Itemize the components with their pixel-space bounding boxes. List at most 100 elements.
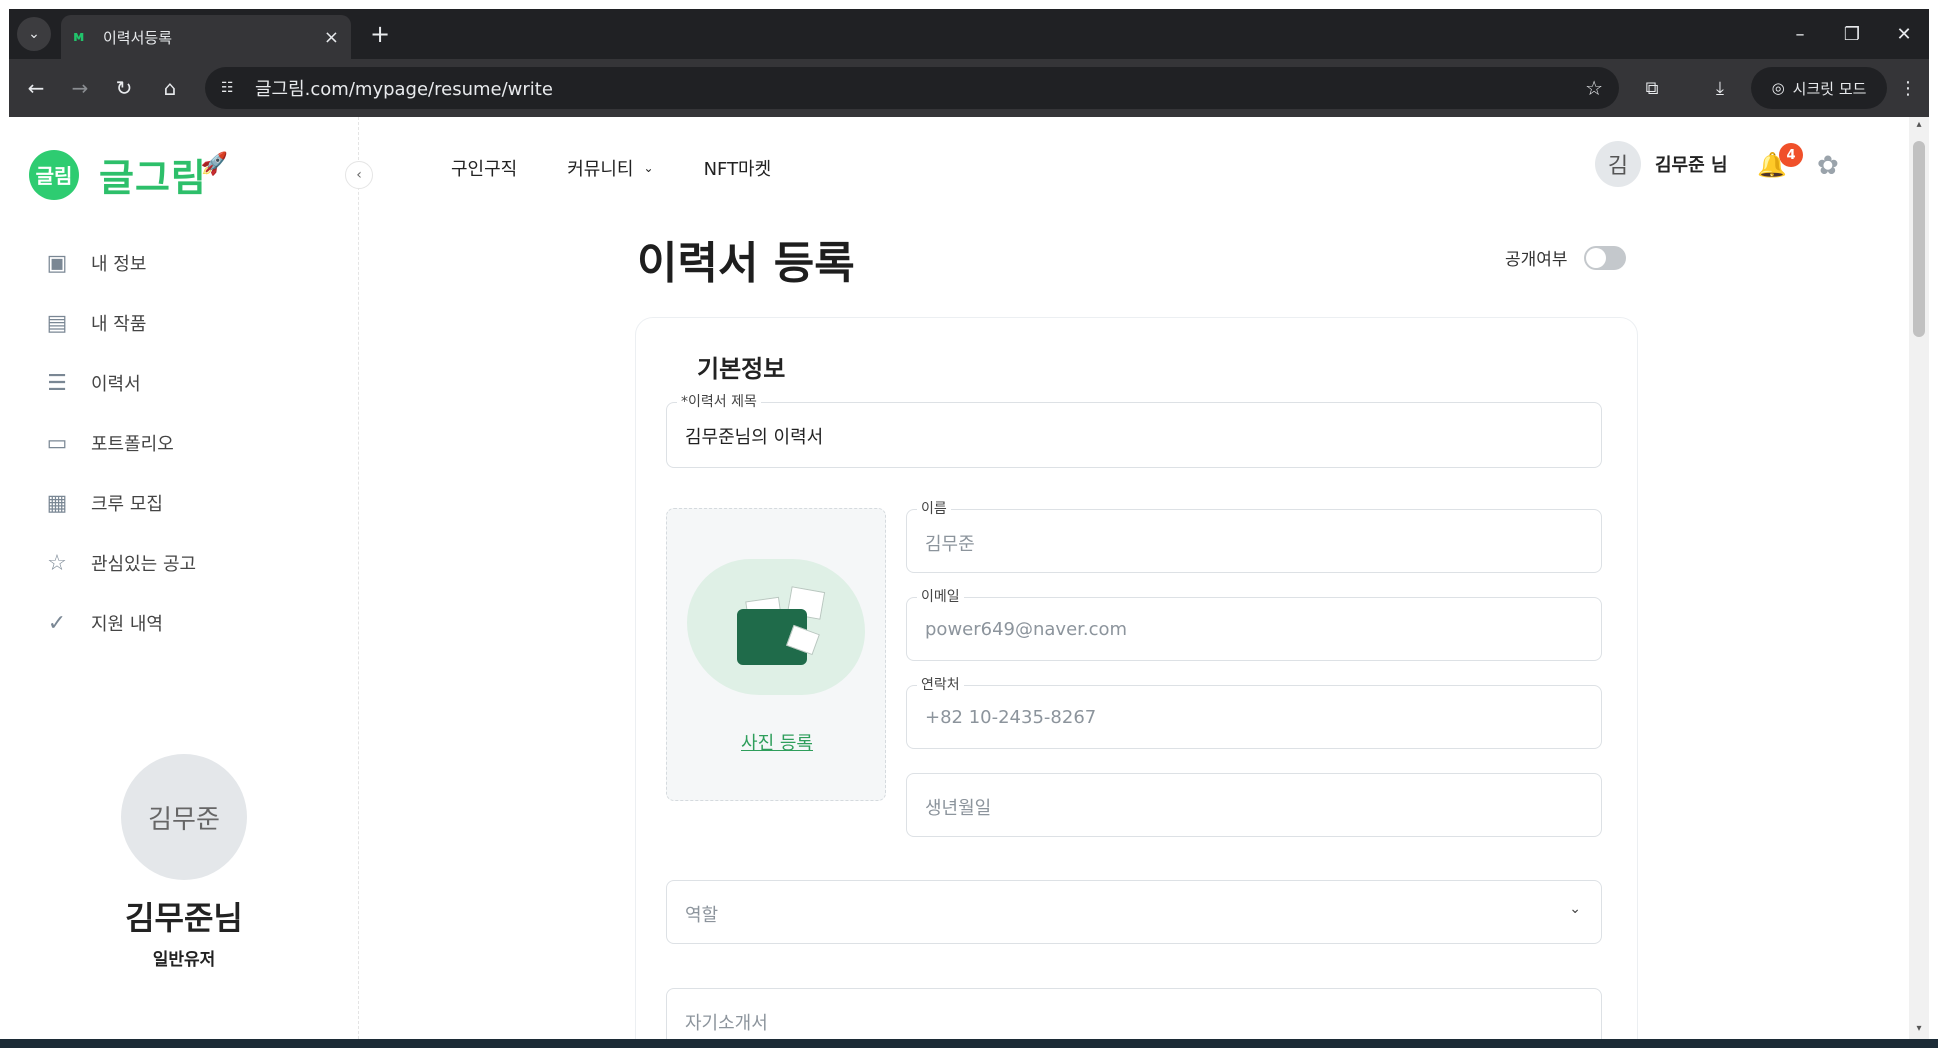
profile-name: 김무준님	[125, 899, 243, 937]
public-toggle[interactable]	[1583, 245, 1626, 270]
chevron-down-icon: ⌄	[28, 26, 40, 42]
sidebar-item-my-info[interactable]: ▣ 내 정보	[43, 233, 196, 293]
home-icon[interactable]: ⌂	[155, 73, 185, 103]
tab-title: 이력서등록	[103, 28, 173, 47]
calendar-icon: ▦	[46, 490, 68, 516]
resume-title-field[interactable]: *이력서 제목 김무준님의 이력서	[666, 391, 1602, 468]
scroll-up-icon[interactable]: ▴	[1913, 119, 1925, 131]
notification-badge: 4	[1779, 143, 1803, 167]
self-introduction-field[interactable]: 자기소개서	[666, 988, 1602, 1039]
bookmark-star-icon[interactable]: ☆	[1585, 76, 1603, 100]
sidebar-item-favorite-jobs[interactable]: ☆ 관심있는 공고	[43, 533, 196, 593]
nav-label: 구인구직	[451, 159, 518, 180]
incognito-indicator[interactable]: ◎ 시크릿 모드	[1751, 67, 1887, 109]
nav-job-search[interactable]: 구인구직	[451, 155, 517, 181]
name-value: 김무준	[925, 534, 975, 555]
incognito-label: 시크릿 모드	[1792, 79, 1867, 98]
nav-nft-market[interactable]: NFT마켓	[704, 155, 772, 181]
sidebar-item-label: 지원 내역	[91, 614, 163, 635]
sidebar-item-resume[interactable]: ☰ 이력서	[43, 353, 196, 413]
minimize-icon[interactable]: –	[1785, 21, 1815, 47]
sidebar-item-label: 포트폴리오	[91, 434, 174, 455]
incognito-icon: ◎	[1771, 79, 1785, 97]
toggle-knob	[1585, 247, 1606, 268]
role-placeholder: 역할	[685, 905, 719, 926]
menu-dots-icon[interactable]: ⋮	[1893, 73, 1923, 103]
phone-field[interactable]: 연락처 +82 10-2435-8267	[906, 674, 1602, 749]
top-nav: 구인구직 커뮤니티 ⌄ NFT마켓	[451, 155, 821, 181]
sidebar-item-label: 관심있는 공고	[91, 554, 197, 575]
email-field[interactable]: 이메일 power649@naver.com	[906, 586, 1602, 661]
gear-icon[interactable]: ✿	[1817, 151, 1847, 181]
download-icon[interactable]: ⤓	[1705, 73, 1735, 103]
chevron-down-icon: ⌄	[643, 161, 654, 175]
birthdate-field[interactable]: 생년월일	[906, 773, 1602, 837]
nav-community[interactable]: 커뮤니티 ⌄	[567, 155, 653, 181]
rocket-icon: 🚀	[200, 152, 229, 177]
close-window-icon[interactable]: ✕	[1889, 21, 1919, 47]
user-menu[interactable]: 김 김무준 님	[1595, 141, 1728, 187]
email-label: 이메일	[917, 586, 964, 606]
sidebar-item-label: 내 정보	[91, 254, 147, 275]
new-tab-button[interactable]: +	[365, 19, 395, 49]
photo-upload-area[interactable]: 사진 등록	[666, 508, 886, 801]
web-page: 글림 글그림 🚀 ‹ ▣ 내 정보 ▤ 내 작품 ☰ 이력서 ▭ 포트폴리오 ▦…	[9, 117, 1909, 1039]
phone-label: 연락처	[917, 674, 964, 694]
check-circle-icon: ✓	[47, 610, 67, 636]
self-introduction-placeholder: 자기소개서	[685, 1013, 768, 1034]
forward-icon[interactable]: →	[65, 73, 95, 103]
email-value: power649@naver.com	[925, 619, 1128, 640]
profile-role: 일반유저	[152, 950, 216, 970]
archive-icon: ▤	[46, 310, 68, 336]
profile-avatar: 김무준	[121, 754, 247, 880]
phone-value: +82 10-2435-8267	[925, 707, 1097, 728]
sidebar-item-portfolio[interactable]: ▭ 포트폴리오	[43, 413, 196, 473]
site-logo[interactable]: 글림 글그림 🚀	[29, 147, 228, 202]
logo-badge: 글림	[29, 149, 79, 200]
role-select[interactable]: 역할 ⌄	[666, 880, 1602, 944]
tab-close-icon[interactable]: ×	[324, 27, 339, 48]
sidebar-item-crew-recruit[interactable]: ▦ 크루 모집	[43, 473, 196, 533]
sidebar: 글림 글그림 🚀 ‹ ▣ 내 정보 ▤ 내 작품 ☰ 이력서 ▭ 포트폴리오 ▦…	[9, 117, 373, 1039]
sidebar-item-applications[interactable]: ✓ 지원 내역	[43, 593, 196, 653]
user-avatar: 김	[1595, 141, 1641, 187]
logo-text: 글그림	[99, 156, 207, 200]
taskbar-edge	[0, 1039, 1938, 1048]
site-info-icon[interactable]: ☷	[221, 80, 245, 96]
page-scrollbar[interactable]: ▴ ▾	[1909, 117, 1929, 1039]
portfolio-icon: ▭	[46, 430, 68, 456]
scroll-down-icon[interactable]: ▾	[1913, 1023, 1925, 1035]
public-label: 공개여부	[1505, 250, 1568, 270]
sidebar-menu: ▣ 내 정보 ▤ 내 작품 ☰ 이력서 ▭ 포트폴리오 ▦ 크루 모집 ☆ 관심…	[43, 233, 197, 653]
browser-window: ⌄ ᴍ 이력서등록 × + – ❐ ✕ ← → ↻ ⌂ ☷ 글그림.com/my…	[0, 0, 1938, 1048]
chevron-down-icon: ⌄	[1569, 901, 1581, 917]
browser-toolbar: ← → ↻ ⌂ ☷ 글그림.com/mypage/resume/write ☆ …	[9, 59, 1929, 117]
reload-icon[interactable]: ↻	[109, 73, 139, 103]
tab-search-button[interactable]: ⌄	[17, 17, 51, 51]
site-favicon-icon: ᴍ	[73, 29, 85, 45]
sidebar-item-label: 내 작품	[91, 314, 147, 335]
scroll-thumb[interactable]	[1913, 141, 1925, 337]
section-title: 기본정보	[697, 355, 786, 383]
window-edge	[0, 0, 1938, 9]
tab-strip: ⌄ ᴍ 이력서등록 × + – ❐ ✕	[9, 9, 1929, 59]
nav-label: 커뮤니티	[567, 159, 634, 180]
name-field[interactable]: 이름 김무준	[906, 498, 1602, 573]
name-label: 이름	[917, 498, 951, 518]
star-icon: ☆	[47, 550, 67, 576]
sidebar-collapse-button[interactable]: ‹	[345, 161, 373, 189]
public-toggle-group: 공개여부	[1505, 245, 1626, 270]
resume-list-icon: ☰	[47, 370, 67, 396]
nav-label: NFT마켓	[703, 159, 772, 180]
birthdate-placeholder: 생년월일	[925, 798, 992, 819]
address-bar[interactable]: ☷ 글그림.com/mypage/resume/write ☆	[205, 67, 1619, 109]
restore-icon[interactable]: ❐	[1837, 21, 1867, 47]
resume-title-label: *이력서 제목	[677, 391, 761, 411]
user-name: 김무준 님	[1655, 155, 1728, 176]
extensions-icon[interactable]: ⧉	[1637, 73, 1667, 103]
resume-title-value: 김무준님의 이력서	[685, 427, 824, 448]
browser-tab[interactable]: ᴍ 이력서등록 ×	[61, 15, 351, 59]
photo-upload-link[interactable]: 사진 등록	[667, 729, 887, 755]
back-icon[interactable]: ←	[21, 73, 51, 103]
sidebar-item-my-works[interactable]: ▤ 내 작품	[43, 293, 196, 353]
